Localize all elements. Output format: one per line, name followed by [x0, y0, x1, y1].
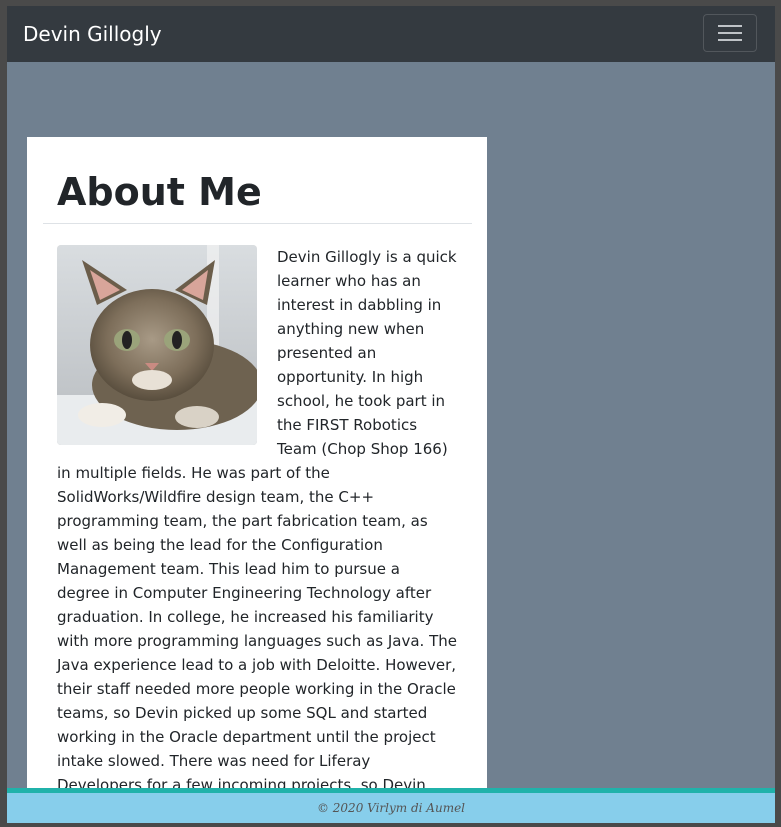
footer-copyright: © 2020 Virlym di Aumel: [316, 801, 466, 815]
heading-divider: [43, 223, 472, 224]
about-body: Devin Gillogly is a quick learner who ha…: [57, 245, 457, 797]
navbar-toggler-button[interactable]: [703, 14, 757, 52]
navbar-brand[interactable]: Devin Gillogly: [23, 21, 162, 47]
footer: © 2020 Virlym di Aumel: [7, 793, 775, 823]
about-heading: About Me: [57, 170, 262, 214]
kitten-photo: [57, 245, 257, 445]
about-card: About Me Devin Gillogly is a quick learn…: [27, 137, 487, 797]
page-frame: Devin Gillogly About Me Devin Gillogly i…: [7, 6, 775, 823]
navbar: Devin Gillogly: [7, 6, 775, 62]
